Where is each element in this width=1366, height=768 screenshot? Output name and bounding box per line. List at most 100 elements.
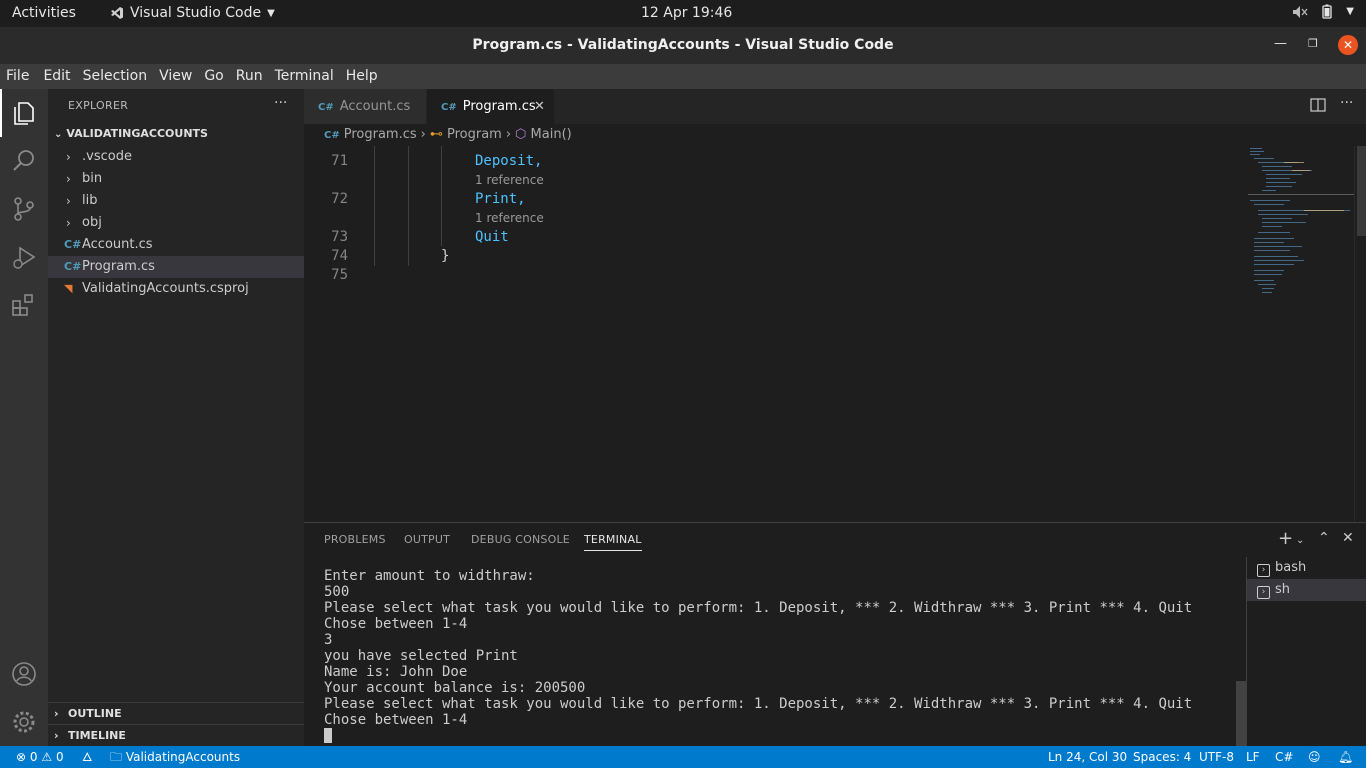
indentation[interactable]: Spaces: 4 [1133, 746, 1191, 768]
editor-scrollbar[interactable] [1354, 146, 1366, 522]
activities-button[interactable]: Activities [12, 5, 76, 21]
workspace-status[interactable]: 🗀 ValidatingAccounts [110, 746, 240, 768]
tree-item-label: obj [82, 215, 102, 230]
close-tab-icon[interactable]: ✕ [534, 89, 545, 124]
indent-guide [374, 146, 375, 266]
flame-icon[interactable]: 🜂 [82, 746, 93, 768]
codelens-references[interactable]: 1 reference [475, 211, 544, 225]
clock[interactable]: 12 Apr 19:46 [641, 5, 732, 21]
cursor-position[interactable]: Ln 24, Col 30 [1048, 746, 1127, 768]
problems-status[interactable]: ⊗ 0 ⚠ 0 [16, 746, 64, 768]
feedback-icon[interactable]: ☺ [1308, 746, 1321, 768]
tree-item-program-cs[interactable]: C# Program.cs [48, 256, 304, 278]
status-bar: ⊗ 0 ⚠ 0 🜂 🗀 ValidatingAccounts Ln 24, Co… [0, 746, 1366, 768]
codelens-references[interactable]: 1 reference [475, 173, 544, 187]
tab-terminal[interactable]: TERMINAL [584, 533, 642, 551]
terminal-line: 3 [324, 632, 333, 648]
maximize-panel-icon[interactable]: ⌃ [1318, 530, 1330, 546]
chevron-right-icon: › [66, 216, 71, 230]
terminal-icon: › [1257, 564, 1270, 577]
source-control-icon[interactable] [10, 195, 38, 223]
menu-terminal[interactable]: Terminal [263, 64, 334, 89]
menu-file[interactable]: File [0, 64, 29, 89]
chevron-right-icon: › [54, 707, 59, 720]
warning-count: 0 [55, 750, 64, 764]
terminal-output[interactable]: Enter amount to widthraw: 500 Please selec… [324, 568, 1244, 745]
code-editor[interactable]: 71 Deposit, 1 reference 72 Print, 1 refe… [304, 146, 1244, 522]
new-terminal-plus-icon[interactable]: + [1278, 528, 1293, 549]
close-window-button[interactable]: ✕ [1338, 35, 1358, 55]
breadcrumb-class[interactable]: Program [447, 127, 502, 142]
tree-item-vscode[interactable]: › .vscode [48, 146, 304, 168]
terminal-prompt-line [324, 728, 1244, 745]
tree-item-lib[interactable]: › lib [48, 190, 304, 212]
indent-guide [441, 146, 442, 246]
tree-item-label: Program.cs [82, 259, 155, 274]
minimize-button[interactable]: — [1274, 36, 1287, 51]
minimap[interactable] [1244, 146, 1354, 522]
settings-gear-icon[interactable] [10, 708, 38, 736]
timeline-label: TIMELINE [68, 729, 126, 742]
menu-go[interactable]: Go [192, 64, 223, 89]
tab-problems[interactable]: PROBLEMS [324, 533, 386, 546]
notifications-bell-icon[interactable]: 🔔︎ [1338, 746, 1353, 768]
search-icon[interactable] [10, 147, 38, 175]
tab-output[interactable]: OUTPUT [404, 533, 450, 546]
class-icon: ⊷ [429, 127, 443, 142]
csharp-file-icon: C# [324, 130, 340, 141]
workspace-folder[interactable]: ⌄ VALIDATINGACCOUNTS [54, 127, 208, 140]
end-of-line[interactable]: LF [1246, 746, 1260, 768]
tree-item-bin[interactable]: › bin [48, 168, 304, 190]
editor-scrollbar-thumb[interactable] [1357, 146, 1366, 236]
menu-selection[interactable]: Selection [71, 64, 148, 89]
terminal-line: Your account balance is: 200500 [324, 680, 586, 696]
chevron-right-icon: › [54, 729, 59, 742]
close-panel-icon[interactable]: ✕ [1342, 530, 1354, 546]
tab-debug-console[interactable]: DEBUG CONSOLE [471, 533, 570, 546]
terminal-item-bash[interactable]: › bash [1247, 557, 1366, 579]
explorer-icon[interactable] [10, 99, 38, 127]
breadcrumb-method[interactable]: Main() [531, 127, 572, 142]
tree-item-label: ValidatingAccounts.csproj [82, 281, 249, 296]
tab-label: Account.cs [339, 99, 411, 114]
encoding[interactable]: UTF-8 [1199, 746, 1234, 768]
outline-section[interactable]: › OUTLINE [48, 702, 304, 724]
system-tray[interactable]: ▼ [1292, 4, 1354, 19]
error-count: 0 [29, 750, 38, 764]
breadcrumb-file[interactable]: Program.cs [344, 127, 417, 142]
more-actions-icon[interactable]: ··· [1340, 95, 1353, 111]
line-number: 74 [331, 248, 348, 264]
menu-view[interactable]: View [147, 64, 192, 89]
maximize-button[interactable]: ❐ [1308, 37, 1318, 50]
tree-item-obj[interactable]: › obj [48, 212, 304, 234]
menu-run[interactable]: Run [224, 64, 263, 89]
run-debug-icon[interactable] [10, 243, 38, 271]
extensions-icon[interactable] [10, 291, 38, 319]
error-icon: ⊗ [16, 750, 27, 764]
terminal-icon: › [1257, 586, 1270, 599]
terminal-scrollbar-thumb[interactable] [1236, 681, 1246, 747]
tab-program-cs[interactable]: C# Program.cs ✕ [427, 89, 554, 124]
chevron-down-icon[interactable]: ⌄ [1296, 535, 1304, 546]
tab-account-cs[interactable]: C# Account.cs [304, 89, 426, 124]
more-actions-icon[interactable]: ··· [274, 95, 287, 111]
chevron-down-icon: ▼ [1346, 6, 1354, 17]
csharp-file-icon: C# [318, 102, 334, 113]
tree-item-csproj[interactable]: ◥ ValidatingAccounts.csproj [48, 278, 304, 300]
account-icon[interactable] [10, 660, 38, 688]
explorer-sidebar: EXPLORER ··· ⌄ VALIDATINGACCOUNTS › .vscod… [48, 89, 304, 746]
method-icon: ⬡ [515, 127, 527, 142]
code-line: Deposit, [475, 153, 543, 169]
tree-item-account-cs[interactable]: C# Account.cs [48, 234, 304, 256]
split-editor-icon[interactable] [1310, 97, 1326, 113]
timeline-section[interactable]: › TIMELINE [48, 724, 304, 746]
menu-help[interactable]: Help [334, 64, 378, 89]
language-mode[interactable]: C# [1275, 746, 1293, 768]
menu-bar: File Edit Selection View Go Run Terminal… [0, 64, 1366, 89]
terminal-line: you have selected Print [324, 648, 518, 664]
menu-edit[interactable]: Edit [29, 64, 70, 89]
chevron-right-icon: › [66, 150, 71, 164]
app-menu[interactable]: Visual Studio Code ▼ [110, 5, 275, 21]
terminal-item-sh[interactable]: › sh [1247, 579, 1366, 601]
terminal-item-label: bash [1275, 560, 1307, 575]
